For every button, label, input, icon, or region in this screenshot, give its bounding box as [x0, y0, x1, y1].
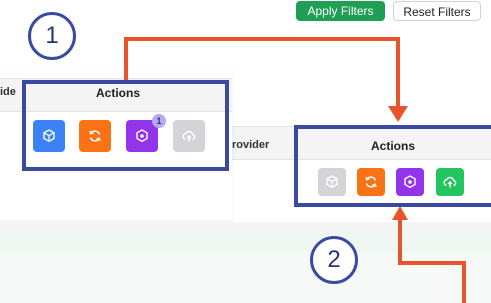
- arrow-1-head: [388, 106, 408, 122]
- step-2-marker: 2: [310, 236, 358, 284]
- step-1-marker: 1: [28, 12, 76, 60]
- provider-column-header-1: ide: [0, 86, 16, 98]
- arrow-1-vertical-end: [396, 37, 400, 109]
- arrow-2-horizontal: [398, 261, 466, 265]
- highlight-frame-1: [22, 80, 229, 171]
- arrow-2-vertical-end: [462, 261, 466, 303]
- arrow-2-vertical-start: [398, 218, 402, 263]
- arrow-1-horizontal: [124, 37, 400, 41]
- arrow-1-vertical-start: [124, 37, 128, 80]
- reset-filters-button[interactable]: Reset Filters: [393, 1, 481, 21]
- apply-filters-button[interactable]: Apply Filters: [296, 1, 385, 21]
- table-row-highlight: [0, 232, 491, 252]
- table-body-area: [0, 252, 491, 303]
- provider-column-header-2: rovider: [232, 139, 270, 151]
- highlight-frame-2: [294, 125, 491, 207]
